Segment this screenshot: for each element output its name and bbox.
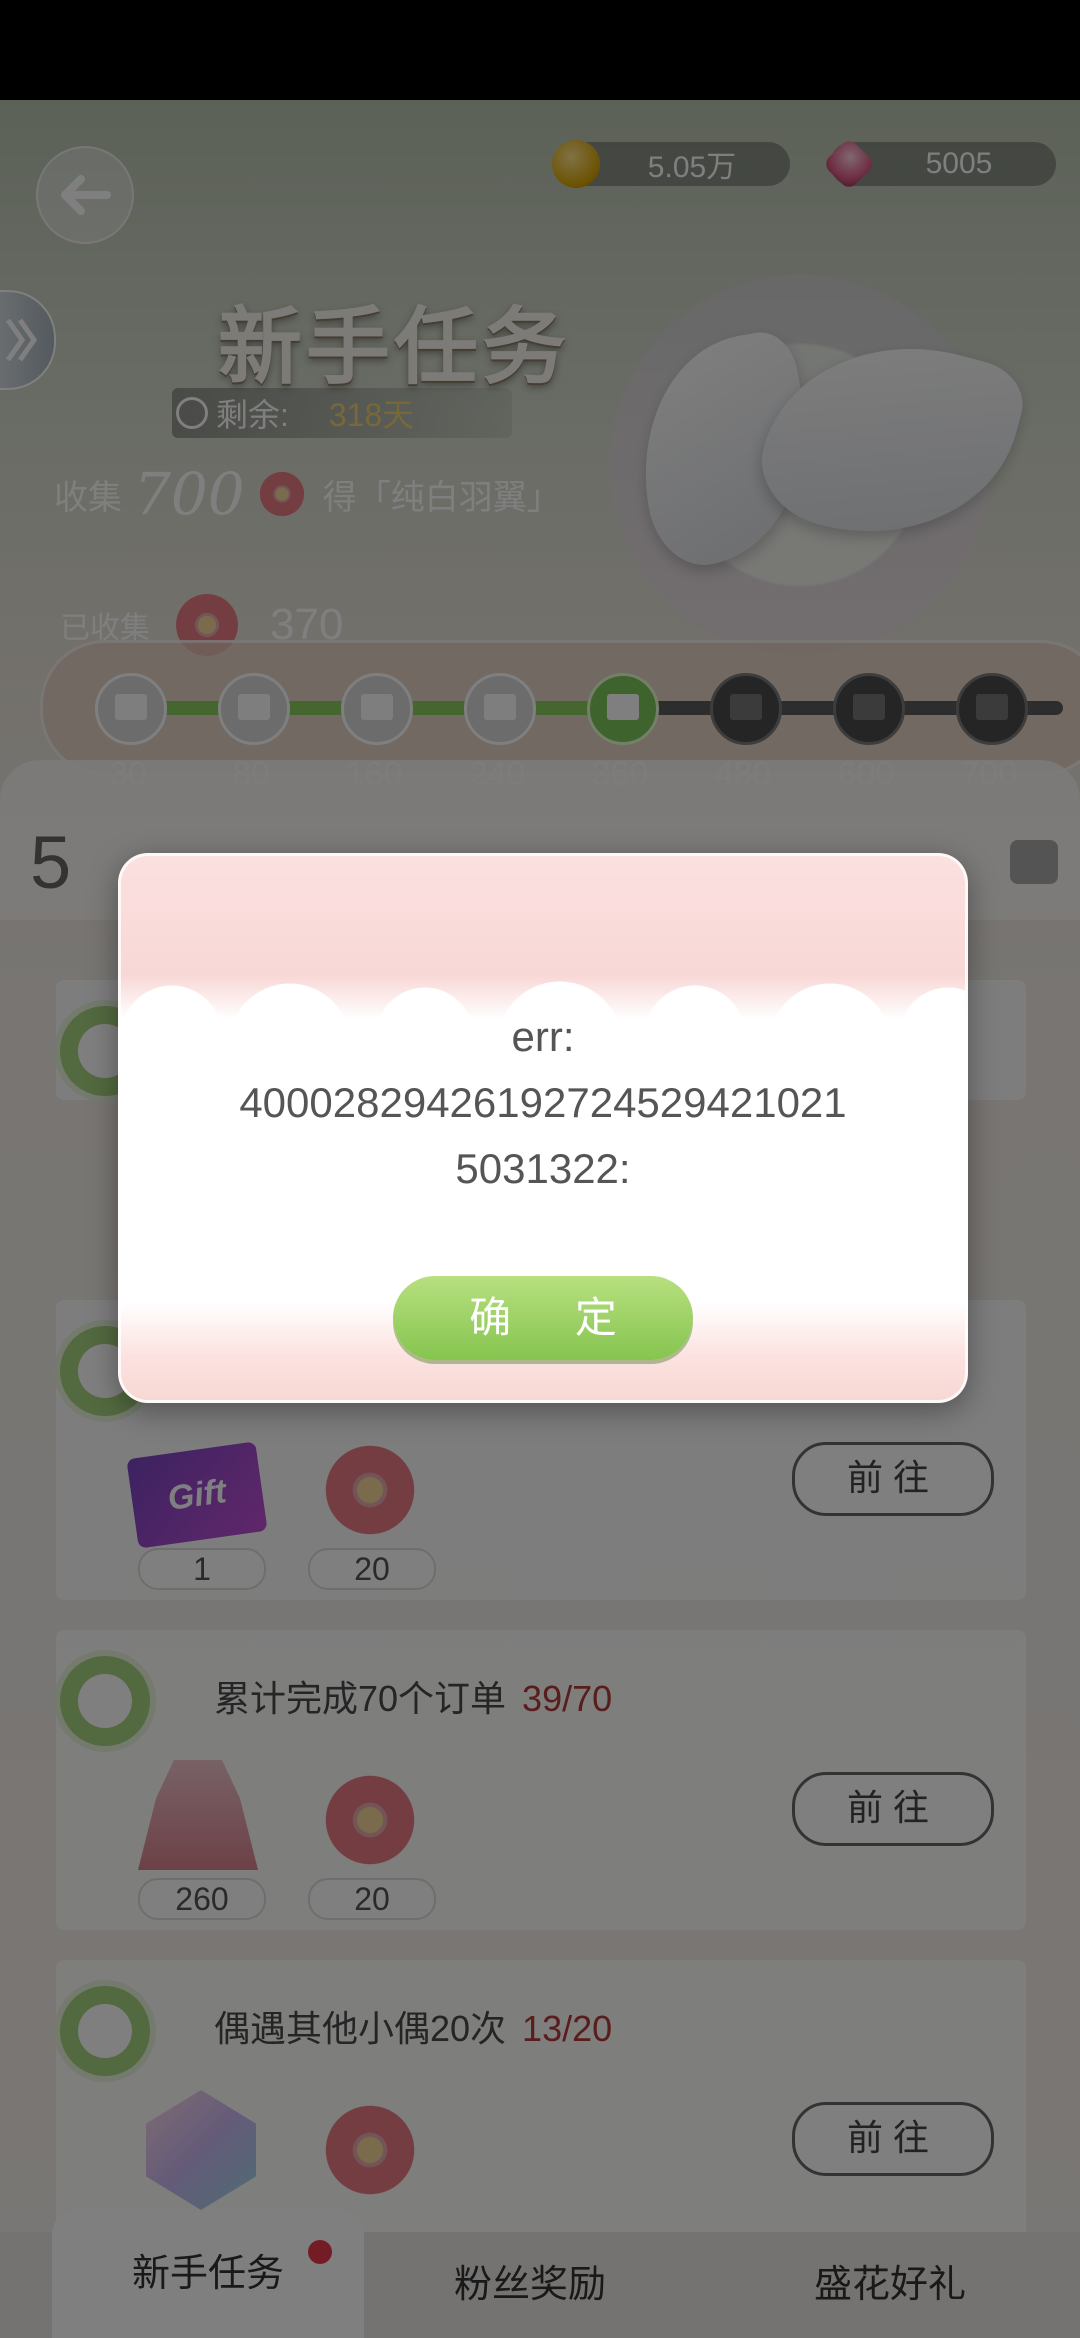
status-bar	[0, 0, 1080, 100]
error-line: err:	[511, 1013, 575, 1060]
confirm-button[interactable]: 确 定	[393, 1276, 693, 1360]
error-line: 40002829426192724529421021	[239, 1079, 847, 1126]
error-line: 5031322:	[455, 1145, 631, 1192]
error-message: err: 40002829426192724529421021 5031322:	[121, 1004, 965, 1202]
error-dialog: err: 40002829426192724529421021 5031322:…	[118, 853, 968, 1403]
